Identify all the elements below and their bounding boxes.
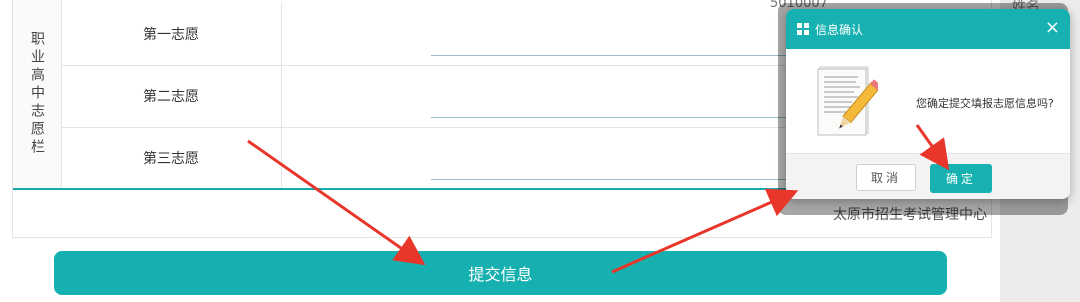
confirm-button[interactable]: 确定 — [930, 164, 992, 193]
first-choice-label: 第一志愿 — [61, 3, 282, 65]
dialog-header: 信息确认 × — [786, 9, 1070, 49]
dialog-message: 您确定提交填报志愿信息吗? — [916, 97, 1054, 110]
confirm-dialog: 信息确认 × 您确定提交填报志愿信息吗? 取消 确定 — [786, 9, 1070, 199]
dialog-title: 信息确认 — [815, 22, 864, 37]
dialog-footer: 取消 确定 — [786, 153, 1070, 199]
third-choice-label: 第三志愿 — [61, 127, 282, 189]
close-icon[interactable]: × — [1045, 18, 1060, 38]
section-title: 职业高中志愿栏 — [29, 31, 45, 157]
section-header: 职业高中志愿栏 — [13, 0, 62, 188]
cancel-button[interactable]: 取消 — [856, 164, 916, 191]
dialog-body: 您确定提交填报志愿信息吗? — [786, 49, 1070, 153]
document-pencil-icon — [817, 66, 878, 136]
second-choice-label: 第二志愿 — [61, 65, 282, 127]
submit-button[interactable]: 提交信息 — [54, 251, 947, 295]
grid-icon — [797, 23, 809, 35]
